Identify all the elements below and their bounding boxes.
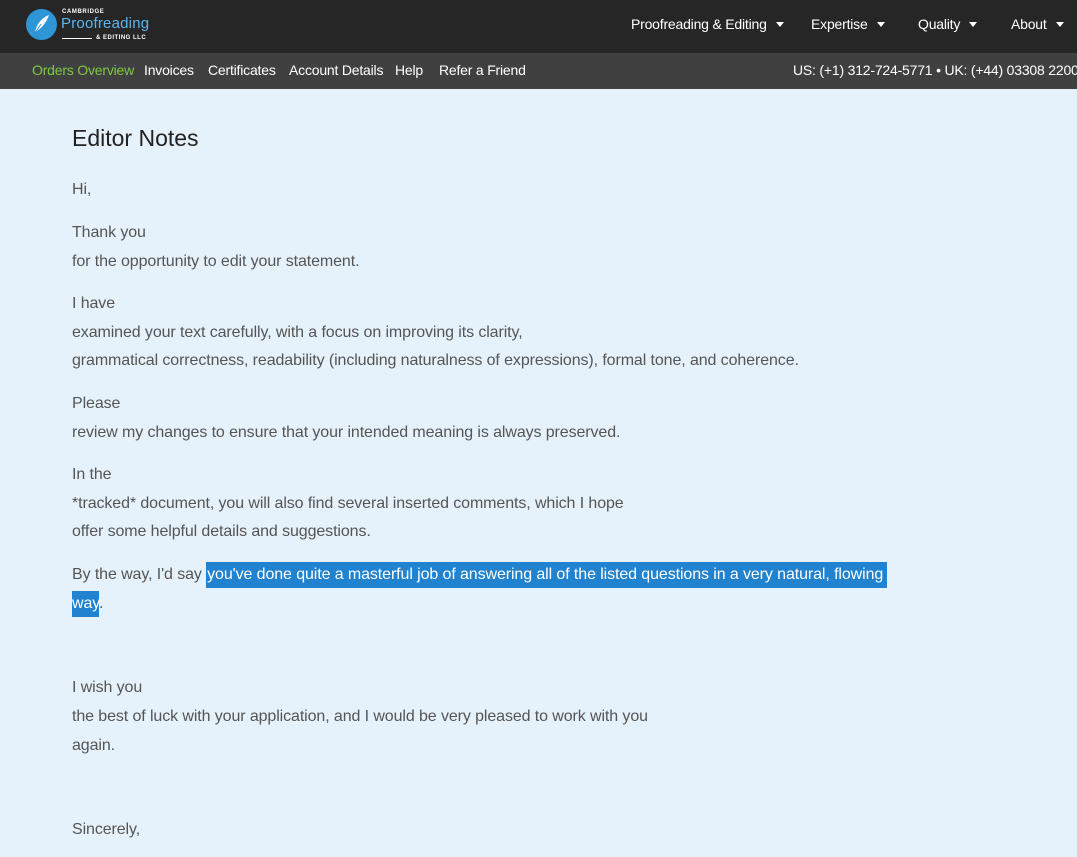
account-nav-bar: Orders Overview Invoices Certificates Ac… [0, 53, 1077, 89]
caret-down-icon [876, 21, 885, 27]
subnav-account-details[interactable]: Account Details [289, 62, 383, 78]
brand-sub: & EDITING LLC [96, 35, 147, 41]
note-line: examined your text carefully, with a foc… [72, 324, 523, 341]
nav-label: Expertise [811, 16, 868, 32]
quill-icon [26, 9, 57, 40]
note-line: Thank you [72, 224, 146, 241]
note-line: offer some helpful details and suggestio… [72, 523, 371, 540]
subnav-help[interactable]: Help [395, 62, 423, 78]
nav-label: Proofreading & Editing [631, 16, 767, 32]
subnav-orders-overview[interactable]: Orders Overview [32, 62, 134, 78]
brand-main: Proofreading [61, 15, 150, 32]
note-line: for the opportunity to edit your stateme… [72, 253, 360, 270]
selected-text[interactable]: you've done quite a masterful job of ans… [206, 562, 888, 588]
nav-proofreading-editing[interactable]: Proofreading & Editing [631, 16, 784, 32]
selected-text[interactable]: way [72, 591, 99, 617]
top-bar: CAMBRIDGE Proofreading & EDITING LLC Pro… [0, 0, 1077, 53]
subnav-certificates[interactable]: Certificates [208, 62, 276, 78]
note-line: review my changes to ensure that your in… [72, 424, 621, 441]
note-line: I wish you [72, 679, 143, 696]
note-line: By the way, I'd say you've done quite a … [72, 562, 888, 588]
caret-down-icon [1055, 21, 1064, 27]
brand-divider [62, 38, 92, 39]
subnav-refer-a-friend[interactable]: Refer a Friend [439, 62, 526, 78]
note-greeting: Hi, [72, 181, 92, 198]
brand-logo[interactable]: CAMBRIDGE Proofreading & EDITING LLC [26, 8, 156, 46]
nav-label: Quality [918, 16, 961, 32]
subnav-invoices[interactable]: Invoices [144, 62, 194, 78]
note-line: the best of luck with your application, … [72, 708, 648, 725]
nav-about[interactable]: About [1011, 16, 1064, 32]
contact-phones: US: (+1) 312-724-5771 • UK: (+44) 03308 … [793, 62, 1077, 78]
note-line: way. [72, 591, 104, 617]
nav-expertise[interactable]: Expertise [811, 16, 885, 32]
note-line: grammatical correctness, readability (in… [72, 352, 799, 369]
page-title: Editor Notes [72, 125, 199, 151]
note-line: *tracked* document, you will also find s… [72, 495, 624, 512]
note-text: . [98, 595, 104, 612]
note-line: again. [72, 737, 115, 754]
nav-quality[interactable]: Quality [918, 16, 978, 32]
nav-label: About [1011, 16, 1047, 32]
caret-down-icon [969, 21, 978, 27]
note-line: In the [72, 466, 112, 483]
note-text: By the way, I'd say [72, 566, 207, 583]
caret-down-icon [775, 21, 784, 27]
note-line: Please [72, 395, 121, 412]
note-line: I have [72, 295, 115, 312]
note-closing: Sincerely, [72, 821, 141, 838]
